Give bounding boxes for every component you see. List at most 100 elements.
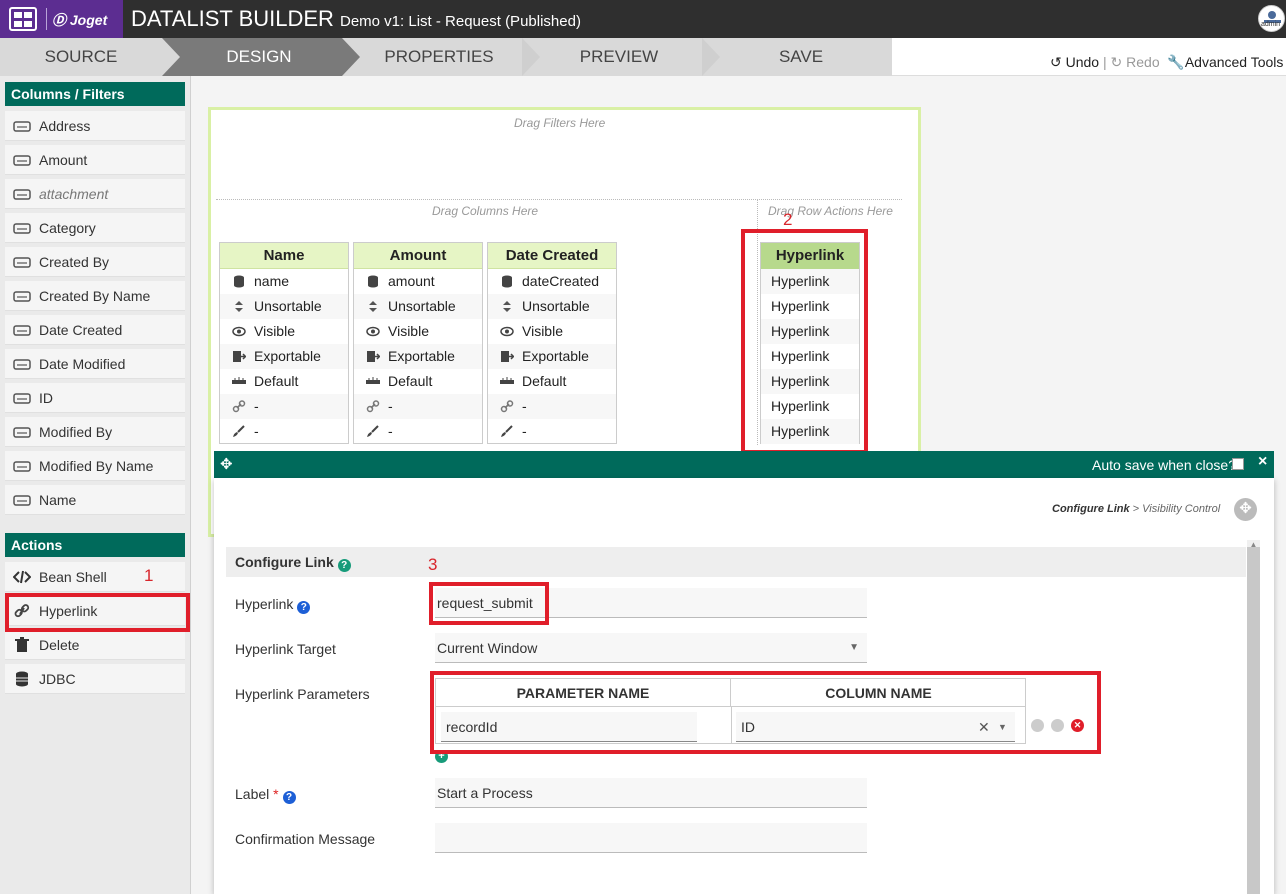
palette-item-label: Date Modified	[39, 356, 126, 372]
column-header: Name	[220, 243, 348, 269]
auto-save-checkbox[interactable]	[1232, 458, 1244, 470]
help-icon[interactable]: ?	[282, 791, 296, 804]
target-selected-value: Current Window	[437, 640, 538, 656]
annotation-3: 3	[428, 555, 438, 574]
palette-column-item[interactable]: Modified By Name	[5, 451, 185, 481]
palette-column-item[interactable]: Created By	[5, 247, 185, 277]
section-heading: Configure Link ?	[226, 547, 1246, 577]
palette-column-item[interactable]: ID	[5, 383, 185, 413]
property-value: -	[254, 398, 259, 414]
field-icon	[13, 495, 31, 506]
close-icon[interactable]: ×	[1258, 453, 1267, 471]
annotation-2: 2	[783, 210, 793, 229]
ruler-icon	[500, 377, 514, 384]
eye-icon	[366, 326, 380, 337]
scrollbar[interactable]	[1247, 547, 1260, 894]
tab-preview[interactable]: PREVIEW	[522, 38, 702, 76]
eye-icon	[500, 326, 514, 337]
palette-item-label: Created By	[39, 254, 110, 270]
undo-button[interactable]: ↺ Undo	[1050, 54, 1099, 70]
property-value: Default	[522, 373, 567, 389]
help-icon[interactable]: ?	[297, 601, 311, 614]
collapse-icon[interactable]: ✥	[1234, 498, 1257, 521]
column-property: Exportable	[220, 344, 348, 369]
database-icon	[234, 275, 244, 288]
advanced-tools-button[interactable]: 🔧Advanced Tools	[1167, 54, 1283, 70]
tab-design[interactable]: DESIGN	[162, 38, 342, 76]
drop-columns-zone[interactable]: Drag Columns Here	[432, 204, 538, 218]
palette-column-item[interactable]: Created By Name	[5, 281, 185, 311]
confirmation-message-label: Confirmation Message	[235, 831, 376, 847]
required-marker: *	[273, 786, 279, 802]
move-icon[interactable]: ✥	[220, 455, 233, 473]
palette-column-item[interactable]: Modified By	[5, 417, 185, 447]
column-property: Default	[354, 369, 482, 394]
column-card[interactable]: Date Created dateCreated Unsortable Visible…	[487, 242, 617, 444]
palette-item-label: Delete	[39, 637, 80, 653]
redo-button[interactable]: ↻ Redo	[1111, 54, 1160, 70]
palette-action-item[interactable]: Bean Shell	[5, 562, 185, 592]
column-header: Date Created	[488, 243, 616, 269]
palette-column-item[interactable]: attachment	[5, 179, 185, 209]
column-property: -	[354, 419, 482, 444]
hyperlink-parameters-label: Hyperlink Parameters	[235, 686, 370, 702]
tab-source[interactable]: SOURCE	[0, 38, 162, 76]
palette-column-item[interactable]: Amount	[5, 145, 185, 175]
field-icon	[13, 189, 31, 200]
section-title: Configure Link	[235, 554, 334, 570]
palette-column-item[interactable]: Date Modified	[5, 349, 185, 379]
field-icon	[13, 325, 31, 336]
palette-action-item[interactable]: Delete	[5, 630, 185, 660]
crumb-configure-link[interactable]: Configure Link	[1052, 503, 1130, 515]
user-avatar[interactable]: admin	[1258, 5, 1285, 32]
tab-save[interactable]: SAVE	[702, 38, 892, 76]
palette-column-item[interactable]: Date Created	[5, 315, 185, 345]
palette-column-item[interactable]: Address	[5, 111, 185, 141]
trash-icon	[15, 637, 29, 652]
tab-chevron	[342, 38, 360, 76]
palette-column-item[interactable]: Category	[5, 213, 185, 243]
property-value: -	[388, 423, 393, 439]
tab-chevron	[162, 38, 180, 76]
column-card[interactable]: Name name Unsortable Visible Exportable Defau…	[219, 242, 349, 444]
column-property: Unsortable	[220, 294, 348, 319]
apps-icon[interactable]	[9, 7, 37, 31]
property-value: Default	[388, 373, 433, 389]
palette-item-label: Amount	[39, 152, 88, 168]
avatar-label: admin	[1261, 21, 1281, 28]
label-input[interactable]: Start a Process	[435, 778, 867, 808]
sort-icon	[503, 301, 511, 312]
palette-column-item[interactable]: Name	[5, 485, 185, 515]
crumb-separator: >	[1132, 503, 1140, 515]
property-value: name	[254, 273, 290, 289]
chevron-down-icon: ▼	[849, 642, 859, 653]
code-icon	[13, 570, 31, 584]
palette-item-label: Date Created	[39, 322, 123, 338]
field-icon	[13, 155, 31, 166]
dialog-titlebar[interactable]: ✥ Auto save when close? ×	[214, 451, 1274, 478]
palette-item-label: Modified By	[39, 424, 113, 440]
column-card[interactable]: Amount amount Unsortable Visible Exportable D…	[353, 242, 483, 444]
palette-item-label: Modified By Name	[39, 458, 154, 474]
palette-item-label: Category	[39, 220, 96, 236]
field-icon	[13, 291, 31, 302]
palette-item-label: attachment	[39, 186, 109, 202]
drop-filters-zone[interactable]: Drag Filters Here	[514, 116, 605, 130]
help-icon[interactable]: ?	[337, 559, 351, 572]
property-value: Exportable	[254, 348, 321, 364]
logo-area: Ⓓ Joget	[0, 0, 123, 38]
confirmation-message-input[interactable]	[435, 823, 867, 853]
database-icon	[502, 275, 512, 288]
hyperlink-target-select[interactable]: Current Window ▼	[435, 633, 867, 663]
column-property: Exportable	[488, 344, 616, 369]
label-field-label: Label * ?	[235, 786, 296, 804]
link-icon	[500, 400, 514, 413]
column-property: Unsortable	[354, 294, 482, 319]
property-value: Exportable	[388, 348, 455, 364]
actions-heading: Actions	[5, 533, 185, 557]
tab-properties[interactable]: PROPERTIES	[342, 38, 522, 76]
crumb-visibility-control[interactable]: Visibility Control	[1142, 503, 1220, 515]
palette-action-item[interactable]: JDBC	[5, 664, 185, 694]
property-value: Unsortable	[522, 298, 590, 314]
palette-item-label: ID	[39, 390, 53, 406]
